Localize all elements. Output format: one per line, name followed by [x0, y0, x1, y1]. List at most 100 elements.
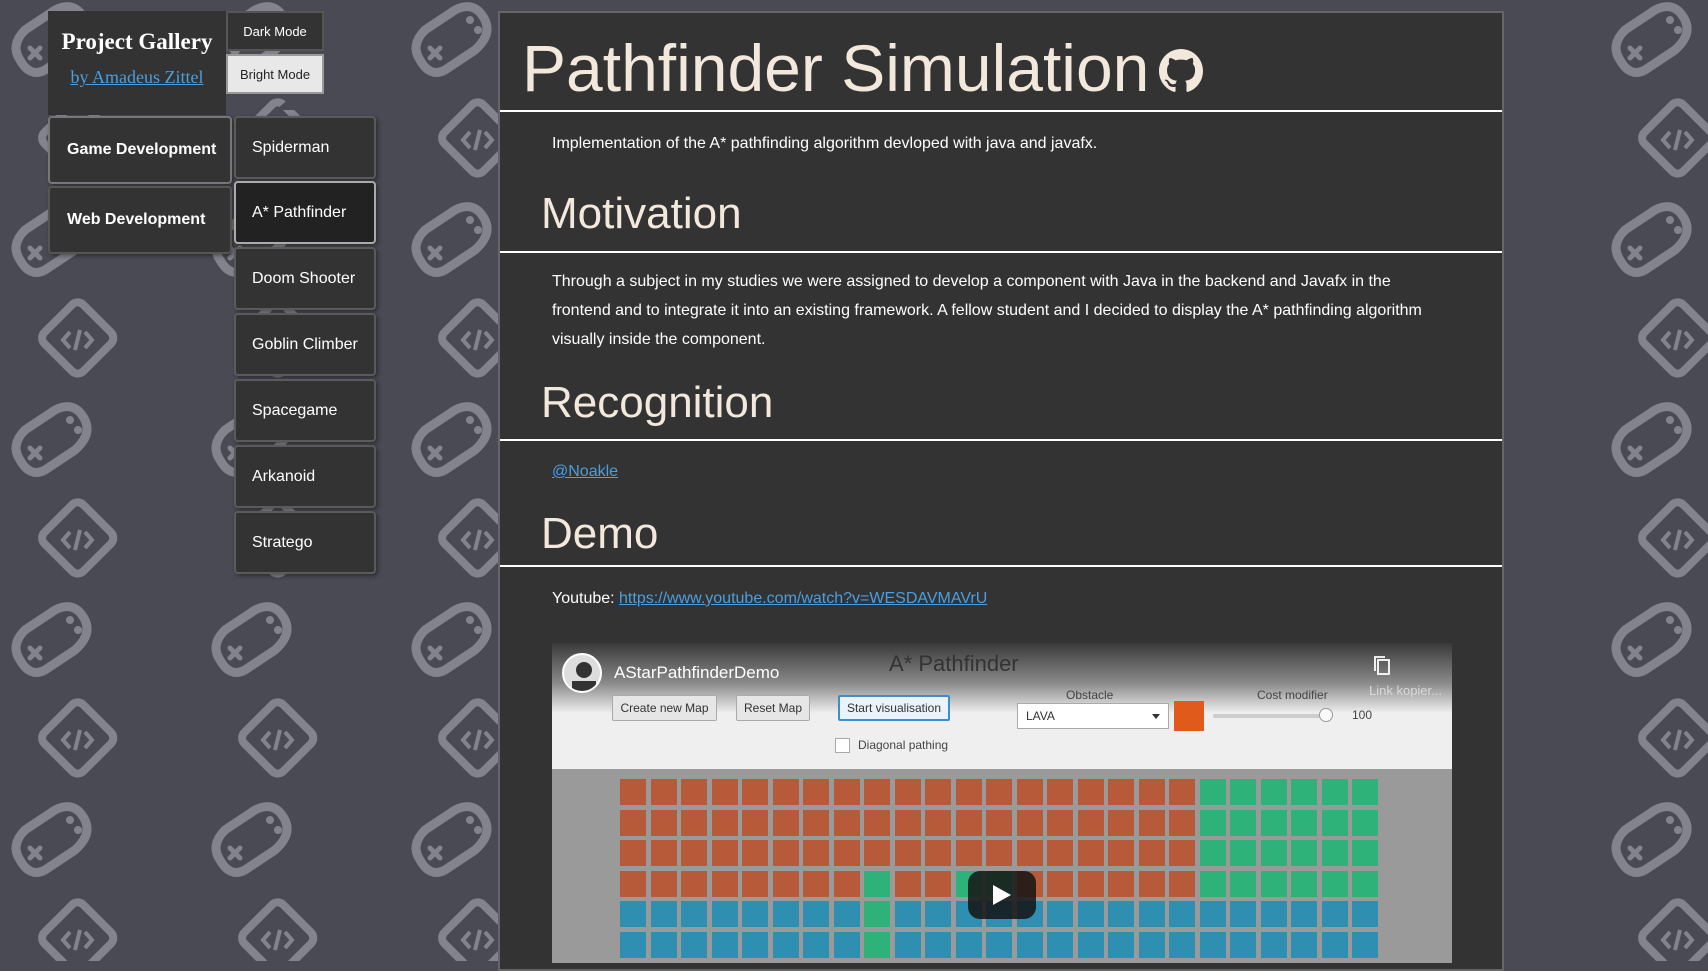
map-cell	[1169, 809, 1195, 836]
map-cell	[894, 779, 921, 805]
reset-map-button: Reset Map	[736, 695, 810, 721]
map-cell	[894, 809, 921, 836]
map-cell	[803, 870, 829, 897]
map-cell	[681, 870, 707, 897]
map-cell	[833, 840, 860, 866]
map-cell	[1260, 809, 1287, 836]
map-cell	[1047, 840, 1073, 866]
bright-mode-button[interactable]: Bright Mode	[226, 54, 324, 94]
map-cell	[620, 901, 646, 927]
brand-panel: Project Gallery by Amadeus Zittel	[48, 11, 226, 115]
map-cell	[894, 901, 921, 927]
project-goblin-climber[interactable]: Goblin Climber	[234, 313, 376, 376]
map-cell	[1230, 901, 1256, 927]
map-cell	[925, 901, 951, 927]
video-channel-name[interactable]: AStarPathfinderDemo	[614, 663, 779, 683]
map-cell	[1138, 931, 1165, 958]
map-cell	[681, 779, 707, 805]
cost-value: 100	[1352, 708, 1373, 722]
map-cell	[742, 779, 768, 805]
cost-modifier-label: Cost modifier	[1257, 688, 1328, 702]
map-cell	[1047, 809, 1073, 836]
map-cell	[1260, 779, 1287, 805]
youtube-link[interactable]: https://www.youtube.com/watch?v=WESDAVMA…	[619, 590, 987, 607]
project-spiderman[interactable]: Spiderman	[234, 116, 376, 179]
map-cell	[803, 840, 829, 866]
map-cell	[925, 840, 951, 866]
map-cell	[1352, 931, 1378, 958]
demo-heading: Demo	[500, 503, 1502, 567]
project-arkanoid[interactable]: Arkanoid	[234, 445, 376, 508]
map-cell	[1199, 870, 1226, 897]
map-cell	[1352, 901, 1378, 927]
map-cell	[1138, 809, 1165, 836]
category-game-development[interactable]: Game Development	[48, 116, 232, 184]
map-cell	[650, 779, 677, 805]
menu-pointer	[276, 96, 308, 110]
github-icon[interactable]	[1159, 48, 1204, 93]
map-cell	[1077, 779, 1104, 805]
project-a-star-pathfinder[interactable]: A* Pathfinder	[234, 181, 376, 244]
copy-link-icon[interactable]	[1372, 655, 1392, 677]
map-cell	[1108, 901, 1134, 927]
video-embed[interactable]: AStarPathfinderDemo A* Pathfinder Link k…	[552, 643, 1452, 963]
project-doom-shooter[interactable]: Doom Shooter	[234, 247, 376, 310]
map-cell	[1230, 779, 1256, 805]
copy-link-label: Link kopier...	[1369, 683, 1442, 698]
gamepad-icon	[0, 390, 100, 490]
obstacle-value: LAVA	[1026, 709, 1055, 723]
map-cell	[1077, 809, 1104, 836]
code-icon	[1625, 90, 1708, 190]
map-cell	[1291, 931, 1317, 958]
map-cell	[955, 840, 982, 866]
gamepad-icon	[400, 790, 500, 890]
map-cell	[772, 901, 799, 927]
video-app-title: A* Pathfinder	[889, 651, 1019, 676]
category-web-development[interactable]: Web Development	[48, 186, 232, 254]
chevron-down-icon	[1152, 714, 1160, 719]
map-cell	[1077, 931, 1104, 958]
map-cell	[1321, 840, 1348, 866]
gamepad-icon	[400, 590, 500, 690]
code-icon	[1625, 690, 1708, 790]
map-cell	[864, 779, 890, 805]
youtube-label: Youtube:	[552, 590, 620, 607]
map-cell	[833, 809, 860, 836]
map-cell	[1199, 901, 1226, 927]
map-cell	[864, 901, 890, 927]
map-cell	[1230, 931, 1256, 958]
project-spacegame[interactable]: Spacegame	[234, 379, 376, 442]
channel-avatar[interactable]	[562, 653, 602, 693]
map-cell	[864, 840, 890, 866]
gamepad-icon	[0, 590, 100, 690]
play-button[interactable]	[968, 871, 1036, 919]
gamepad-icon	[1600, 590, 1700, 690]
author-link[interactable]: by Amadeus Zittel	[71, 67, 204, 88]
map-cell	[681, 840, 707, 866]
map-cell	[864, 931, 890, 958]
map-cell	[1108, 870, 1134, 897]
map-cell	[803, 779, 829, 805]
map-cell	[1016, 779, 1043, 805]
map-cell	[925, 931, 951, 958]
map-cell	[1230, 840, 1256, 866]
map-cell	[681, 809, 707, 836]
gamepad-icon	[200, 790, 300, 890]
map-cell	[1352, 779, 1378, 805]
map-cell	[1138, 840, 1165, 866]
map-cell	[1047, 779, 1073, 805]
map-cell	[803, 809, 829, 836]
map-cell	[986, 779, 1012, 805]
project-stratego[interactable]: Stratego	[234, 511, 376, 574]
dark-mode-button[interactable]: Dark Mode	[226, 11, 324, 51]
recognition-link[interactable]: @Noakle	[552, 463, 618, 480]
obstacle-select: LAVA	[1017, 703, 1169, 729]
map-cell	[650, 901, 677, 927]
brand-title: Project Gallery	[61, 29, 213, 54]
map-cell	[620, 779, 646, 805]
map-cell	[894, 840, 921, 866]
map-cell	[742, 870, 768, 897]
map-cell	[1230, 809, 1256, 836]
map-cell	[772, 870, 799, 897]
map-cell	[894, 870, 921, 897]
